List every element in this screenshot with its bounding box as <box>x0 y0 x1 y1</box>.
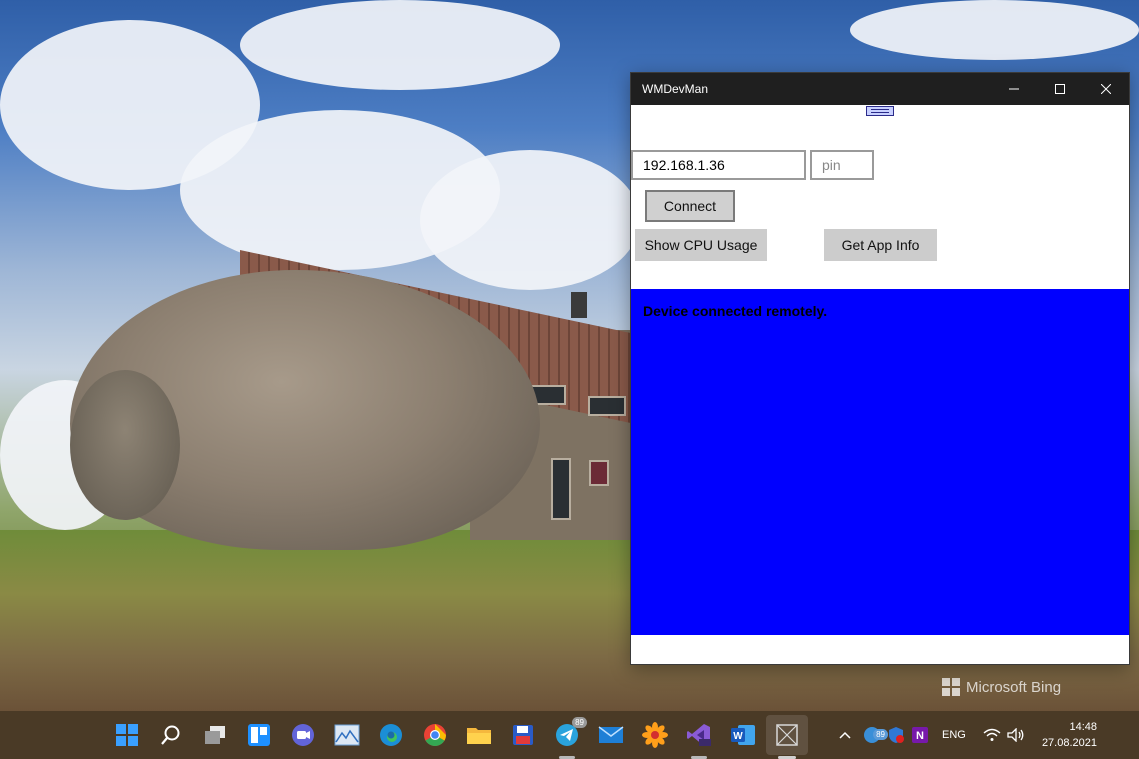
house-window <box>589 460 609 486</box>
flower-app-icon <box>642 722 668 748</box>
chrome-icon <box>424 724 446 746</box>
search-icon <box>161 725 180 745</box>
mail-icon <box>598 726 624 743</box>
file-explorer-icon <box>467 728 491 744</box>
wifi-icon <box>983 728 1001 741</box>
chimney <box>571 292 587 318</box>
flower-app-button[interactable] <box>641 721 669 749</box>
minimize-icon <box>1009 88 1019 90</box>
shield-icon <box>889 727 904 743</box>
save-app-icon <box>513 725 533 745</box>
widgets-icon <box>248 724 270 746</box>
svg-text:N: N <box>916 730 924 742</box>
maximize-button[interactable] <box>1037 73 1083 105</box>
close-icon <box>1101 84 1111 94</box>
tray-app-button[interactable]: 89 <box>860 723 888 747</box>
widgets-button[interactable] <box>245 721 273 749</box>
chevron-up-icon <box>839 731 851 739</box>
telegram-unread-badge: 89 <box>572 717 587 728</box>
minimize-button[interactable] <box>991 73 1037 105</box>
teams-chat-icon <box>292 724 314 746</box>
volume-icon <box>1007 728 1024 742</box>
save-app-button[interactable] <box>509 721 537 749</box>
clock-time: 14:48 <box>1069 721 1097 733</box>
clock-date: 27.08.2021 <box>1041 737 1097 749</box>
start-icon <box>116 724 138 746</box>
ip-address-input[interactable] <box>631 150 806 180</box>
file-explorer-button[interactable] <box>465 721 493 749</box>
visual-studio-preview-icon <box>687 724 711 746</box>
mail-button[interactable] <box>597 721 625 749</box>
network-volume-button[interactable] <box>983 711 1025 759</box>
security-tray-button[interactable] <box>884 723 908 747</box>
svg-text:W: W <box>733 731 743 742</box>
task-view-icon <box>205 726 225 744</box>
title-bar[interactable]: WMDevMan <box>631 73 1129 105</box>
connect-button[interactable]: Connect <box>645 190 735 222</box>
get-app-info-button[interactable]: Get App Info <box>824 229 937 261</box>
pin-input[interactable] <box>810 150 874 180</box>
house-window <box>588 396 626 416</box>
wmdevman-app-icon <box>776 724 798 746</box>
output-panel: Device connected remotely. <box>631 289 1129 635</box>
small-boulder <box>70 370 180 520</box>
visual-studio-preview-button[interactable] <box>685 721 713 759</box>
word-button[interactable]: W <box>729 721 757 749</box>
cloud <box>240 0 560 90</box>
app-window: WMDevMan Connect Show CPU Usage Get App … <box>630 72 1130 665</box>
word-icon: W <box>731 725 755 745</box>
show-cpu-usage-button[interactable]: Show CPU Usage <box>635 229 767 261</box>
grip-handle-icon[interactable] <box>866 106 894 116</box>
photos-icon <box>334 724 360 746</box>
cloud <box>420 150 640 290</box>
search-button[interactable] <box>157 721 185 749</box>
edge-icon <box>380 724 402 746</box>
photos-button[interactable] <box>333 721 361 749</box>
bing-watermark: Microsoft Bing <box>942 678 1061 696</box>
house-window <box>551 458 571 520</box>
clock[interactable]: 14:48 27.08.2021 <box>1042 719 1097 751</box>
taskbar: 89 W 89 N ENG 14:48 27.08.2021 <box>0 711 1139 759</box>
wmdevman-taskbar-button[interactable] <box>773 721 801 759</box>
telegram-button[interactable]: 89 <box>553 717 587 759</box>
onenote-tray-button[interactable]: N <box>908 723 932 747</box>
edge-button[interactable] <box>377 721 405 749</box>
cloud <box>850 0 1139 60</box>
onenote-icon: N <box>912 727 928 743</box>
close-button[interactable] <box>1083 73 1129 105</box>
task-view-button[interactable] <box>201 721 229 749</box>
chrome-button[interactable] <box>421 721 449 749</box>
tray-overflow-button[interactable] <box>838 711 852 759</box>
bing-logo-icon <box>942 678 960 696</box>
maximize-icon <box>1055 84 1065 94</box>
status-text: Device connected remotely. <box>643 303 828 319</box>
bing-watermark-text: Microsoft Bing <box>966 678 1062 696</box>
teams-chat-button[interactable] <box>289 721 317 749</box>
start-button[interactable] <box>113 721 141 749</box>
window-title: WMDevMan <box>642 82 709 96</box>
language-indicator[interactable]: ENG <box>942 711 966 759</box>
